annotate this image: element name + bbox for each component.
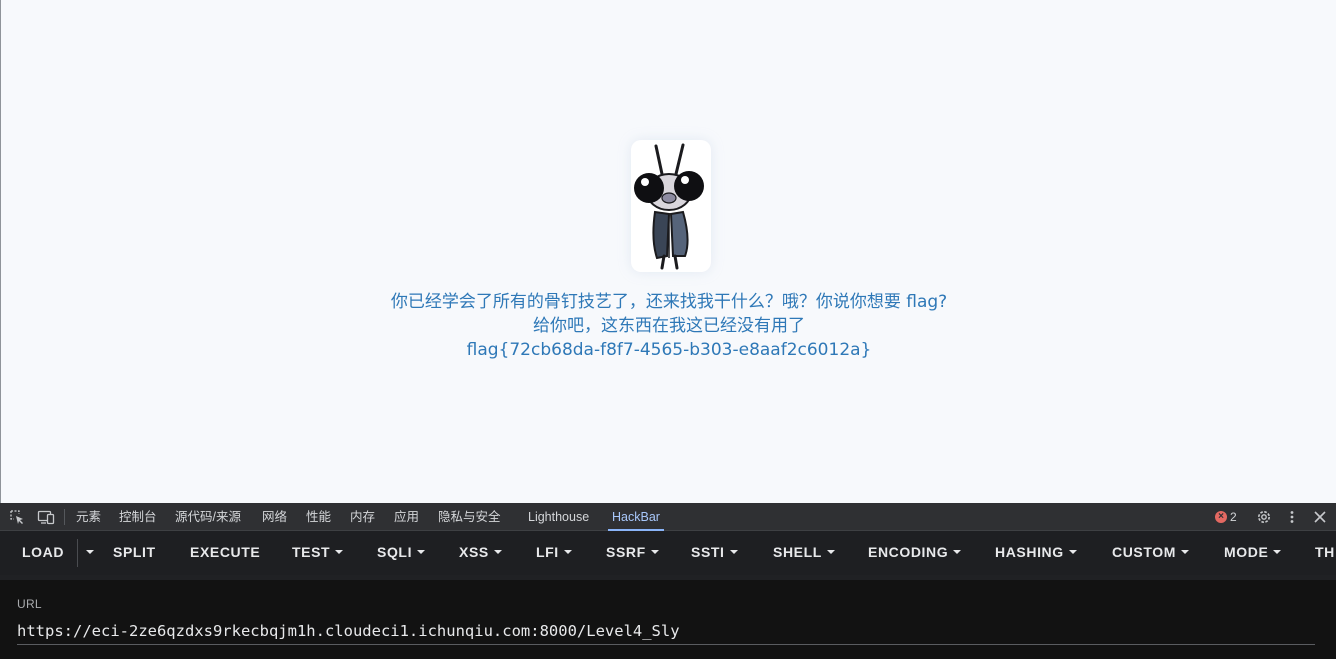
- error-icon: ×: [1215, 511, 1227, 523]
- inspect-element-icon[interactable]: [9, 509, 25, 525]
- chevron-down-icon: [1068, 550, 1077, 555]
- hashing-menu-label: HASHING: [995, 544, 1064, 560]
- hashing-menu-button[interactable]: HASHING: [995, 531, 1077, 575]
- settings-gear-icon[interactable]: [1256, 509, 1272, 525]
- close-icon[interactable]: [1312, 509, 1328, 525]
- message-line-2: 给你吧，这东西在我这已经没有用了: [533, 316, 805, 336]
- chevron-down-icon: [1181, 550, 1190, 555]
- device-toolbar-icon[interactable]: [37, 509, 55, 525]
- chevron-down-icon: [826, 550, 835, 555]
- test-menu-button[interactable]: TEST: [292, 531, 344, 575]
- web-page: 你已经学会了所有的骨钉技艺了，还来找我干什么？哦？你说你想要 flag? 给你吧…: [0, 0, 1336, 503]
- load-split-divider: [77, 539, 78, 567]
- ssti-menu-label: SSTI: [691, 544, 725, 560]
- ssti-menu-button[interactable]: SSTI: [691, 531, 738, 575]
- chevron-down-icon: [650, 550, 659, 555]
- lfi-menu-label: LFI: [536, 544, 559, 560]
- tab-lighthouse[interactable]: Lighthouse: [528, 503, 589, 531]
- bug-character-icon: [634, 143, 704, 270]
- chevron-down-icon: [417, 550, 426, 555]
- custom-menu-button[interactable]: CUSTOM: [1112, 531, 1190, 575]
- execute-button[interactable]: EXECUTE: [190, 531, 260, 575]
- xss-menu-button[interactable]: XSS: [459, 531, 502, 575]
- error-count: 2: [1230, 510, 1237, 524]
- tab-network[interactable]: 网络: [262, 503, 287, 531]
- mode-menu-button[interactable]: MODE: [1224, 531, 1282, 575]
- chevron-down-icon: [86, 550, 94, 555]
- character-image: [631, 140, 711, 272]
- devtools-tab-bar: 元素 控制台 源代码/来源 网络 性能 内存 应用 隐私与安全 Lighthou…: [0, 503, 1336, 531]
- tab-performance[interactable]: 性能: [306, 503, 331, 531]
- tab-hackbar[interactable]: HackBar: [608, 503, 664, 531]
- sqli-menu-label: SQLI: [377, 544, 413, 560]
- sqli-menu-button[interactable]: SQLI: [377, 531, 426, 575]
- split-button[interactable]: SPLIT: [113, 531, 156, 575]
- tab-application[interactable]: 应用: [394, 503, 419, 531]
- chevron-down-icon: [953, 550, 962, 555]
- flag-text: flag{72cb68da-f8f7-4565-b303-e8aaf2c6012…: [466, 340, 872, 360]
- ssrf-menu-label: SSRF: [606, 544, 646, 560]
- tab-memory[interactable]: 内存: [350, 503, 375, 531]
- message-line-1: 你已经学会了所有的骨钉技艺了，还来找我干什么？哦？你说你想要 flag?: [390, 292, 948, 312]
- lfi-menu-button[interactable]: LFI: [536, 531, 572, 575]
- tab-privacy-security[interactable]: 隐私与安全: [438, 503, 501, 531]
- load-options-button[interactable]: [81, 531, 94, 575]
- xss-menu-label: XSS: [459, 544, 489, 560]
- test-menu-label: TEST: [292, 544, 331, 560]
- url-input[interactable]: [17, 618, 1315, 645]
- chevron-down-icon: [335, 550, 344, 555]
- toolbar-divider: [64, 509, 65, 525]
- chevron-down-icon: [563, 550, 572, 555]
- url-label: URL: [17, 597, 42, 611]
- chevron-down-icon: [493, 550, 502, 555]
- tab-elements[interactable]: 元素: [76, 503, 101, 531]
- shell-menu-button[interactable]: SHELL: [773, 531, 835, 575]
- chevron-down-icon: [1273, 550, 1282, 555]
- custom-menu-label: CUSTOM: [1112, 544, 1177, 560]
- url-section: URL: [0, 580, 1336, 659]
- error-counter[interactable]: × 2: [1215, 510, 1237, 524]
- tab-console[interactable]: 控制台: [119, 503, 157, 531]
- ssrf-menu-button[interactable]: SSRF: [606, 531, 659, 575]
- load-button[interactable]: LOAD: [22, 531, 64, 575]
- theme-menu-button[interactable]: TH: [1315, 531, 1335, 575]
- more-vertical-icon[interactable]: [1284, 509, 1300, 525]
- mode-menu-label: MODE: [1224, 544, 1269, 560]
- shell-menu-label: SHELL: [773, 544, 822, 560]
- devtools-panel: 元素 控制台 源代码/来源 网络 性能 内存 应用 隐私与安全 Lighthou…: [0, 503, 1336, 659]
- encoding-menu-button[interactable]: ENCODING: [868, 531, 962, 575]
- tab-sources[interactable]: 源代码/来源: [175, 503, 241, 531]
- chevron-down-icon: [729, 550, 738, 555]
- message-block: 你已经学会了所有的骨钉技艺了，还来找我干什么？哦？你说你想要 flag? 给你吧…: [1, 290, 1336, 362]
- encoding-menu-label: ENCODING: [868, 544, 949, 560]
- hackbar-toolbar: LOAD SPLIT EXECUTE TEST SQLI XSS LFI SSR…: [0, 531, 1336, 608]
